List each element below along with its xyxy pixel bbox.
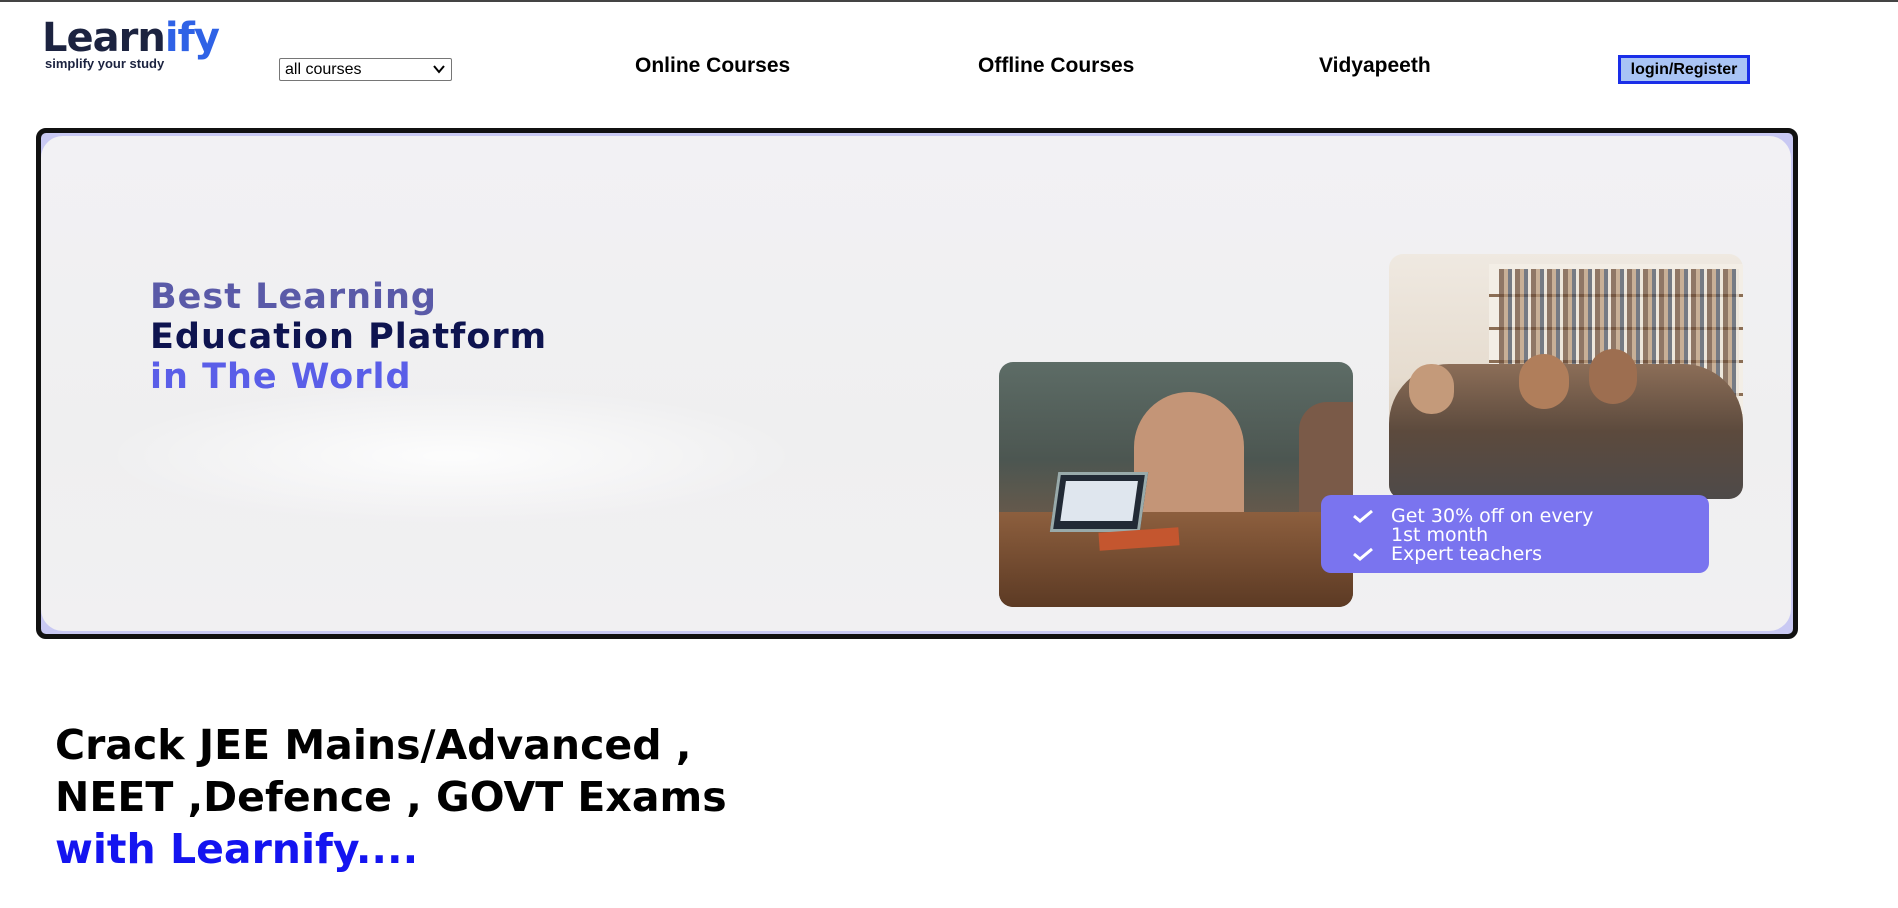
hero-glow [101,386,801,526]
hero-headline-line2: Education Platform [150,317,548,357]
promo-item-text: Expert teachers [1391,543,1542,565]
tagline-line1: Crack JEE Mains/Advanced , [55,721,692,769]
student-head [1409,364,1454,414]
logo[interactable]: Learnify simplify your study [42,15,220,71]
hero-headline-line1: Best Learning [150,277,437,317]
student-head [1589,349,1637,404]
nav-offline-courses[interactable]: Offline Courses [978,54,1134,78]
hero-banner: Best Learning Education Platform in The … [36,128,1798,639]
check-icon [1353,509,1373,523]
promo-item: Expert teachers [1351,545,1709,564]
logo-part-learn: Learn [42,15,166,61]
promo-item: Get 30% off on every 1st month [1351,507,1709,545]
hero-background: Best Learning Education Platform in The … [41,136,1791,631]
student-head [1519,354,1569,409]
check-icon [1353,547,1373,561]
nav-vidyapeeth[interactable]: Vidyapeeth [1319,54,1431,78]
tagline-line3: with Learnify.... [55,825,419,873]
course-select[interactable]: all courses [279,58,452,81]
promo-card: Get 30% off on every 1st month Expert te… [1321,495,1709,573]
top-border [0,0,1898,2]
exam-tagline: Crack JEE Mains/Advanced , NEET ,Defence… [55,719,727,875]
students-library-photo [1389,254,1743,499]
laptop [1049,472,1149,532]
nav-online-courses[interactable]: Online Courses [635,54,790,78]
students-laptop-photo [999,362,1353,607]
hero-headline: Best Learning Education Platform in The … [150,277,547,397]
course-select-value: all courses [285,60,362,78]
logo-wordmark: Learnify [42,15,220,61]
login-register-button[interactable]: login/Register [1618,55,1750,84]
laptop-screen [1060,481,1138,521]
hero-headline-line3: in The World [150,357,412,397]
chevron-down-icon [433,65,445,74]
logo-part-ify: ify [164,15,220,61]
tagline-line2: NEET ,Defence , GOVT Exams [55,773,727,821]
